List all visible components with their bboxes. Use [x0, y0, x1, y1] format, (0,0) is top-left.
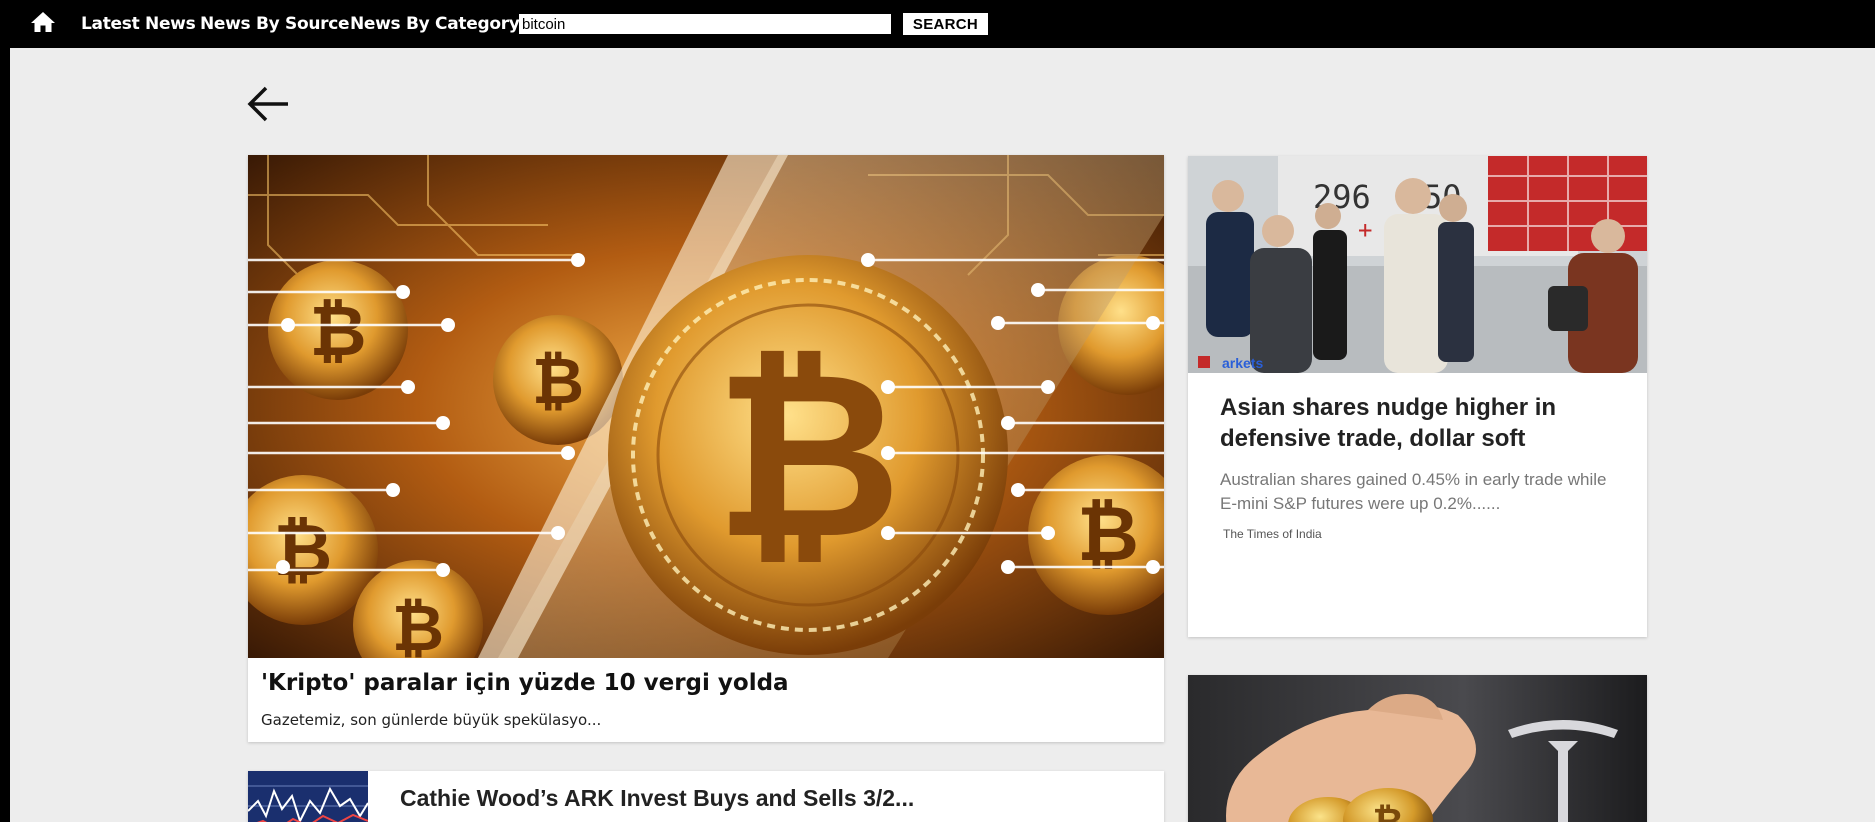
side-article-title[interactable]: Asian shares nudge higher in defensive t… — [1220, 392, 1630, 454]
side-article-card-2[interactable]: ₿ — [1188, 675, 1647, 822]
svg-text:₿: ₿ — [1077, 489, 1139, 578]
side-article-image-2: ₿ — [1188, 675, 1647, 822]
svg-text:+: + — [1358, 216, 1372, 244]
arrow-left-icon[interactable] — [246, 84, 290, 124]
svg-text:₿: ₿ — [1373, 800, 1404, 822]
featured-article-description: Gazetemiz, son günlerde büyük spekülasyo… — [261, 711, 602, 729]
svg-text:₿: ₿ — [392, 592, 444, 658]
svg-text:₿: ₿ — [714, 323, 901, 590]
svg-text:₿: ₿ — [532, 345, 584, 419]
side-article-source: The Times of India — [1223, 527, 1322, 541]
list-article-card[interactable]: Cathie Wood’s ARK Invest Buys and Sells … — [248, 771, 1164, 822]
svg-text:₿: ₿ — [309, 290, 366, 372]
top-nav-bar: Latest News News By Source News By Categ… — [0, 0, 1875, 48]
svg-text:₿: ₿ — [274, 508, 333, 592]
side-article-description: Australian shares gained 0.45% in early … — [1220, 470, 1607, 513]
side-article-image: 296 50 + arkets — [1188, 156, 1647, 373]
home-icon[interactable] — [30, 10, 56, 34]
featured-article-card[interactable]: ₿ ₿ ₿ ₿ ₿ ₿ 'Kripto' paralar için yüzde … — [248, 155, 1164, 742]
search-input[interactable] — [519, 14, 891, 34]
featured-article-title[interactable]: 'Kripto' paralar için yüzde 10 vergi yol… — [261, 670, 789, 696]
side-article-card[interactable]: 296 50 + arkets Asian shares nudge highe… — [1188, 156, 1647, 637]
svg-text:arkets: arkets — [1222, 355, 1263, 371]
left-edge-border — [0, 48, 10, 822]
list-article-thumbnail — [248, 771, 368, 822]
nav-news-by-category[interactable]: News By Category — [350, 14, 520, 34]
nav-news-by-source[interactable]: News By Source — [200, 14, 350, 34]
featured-article-image: ₿ ₿ ₿ ₿ ₿ ₿ — [248, 155, 1164, 658]
nav-latest-news[interactable]: Latest News — [81, 14, 196, 34]
list-article-title[interactable]: Cathie Wood’s ARK Invest Buys and Sells … — [400, 785, 914, 812]
search-button[interactable]: SEARCH — [903, 13, 988, 35]
